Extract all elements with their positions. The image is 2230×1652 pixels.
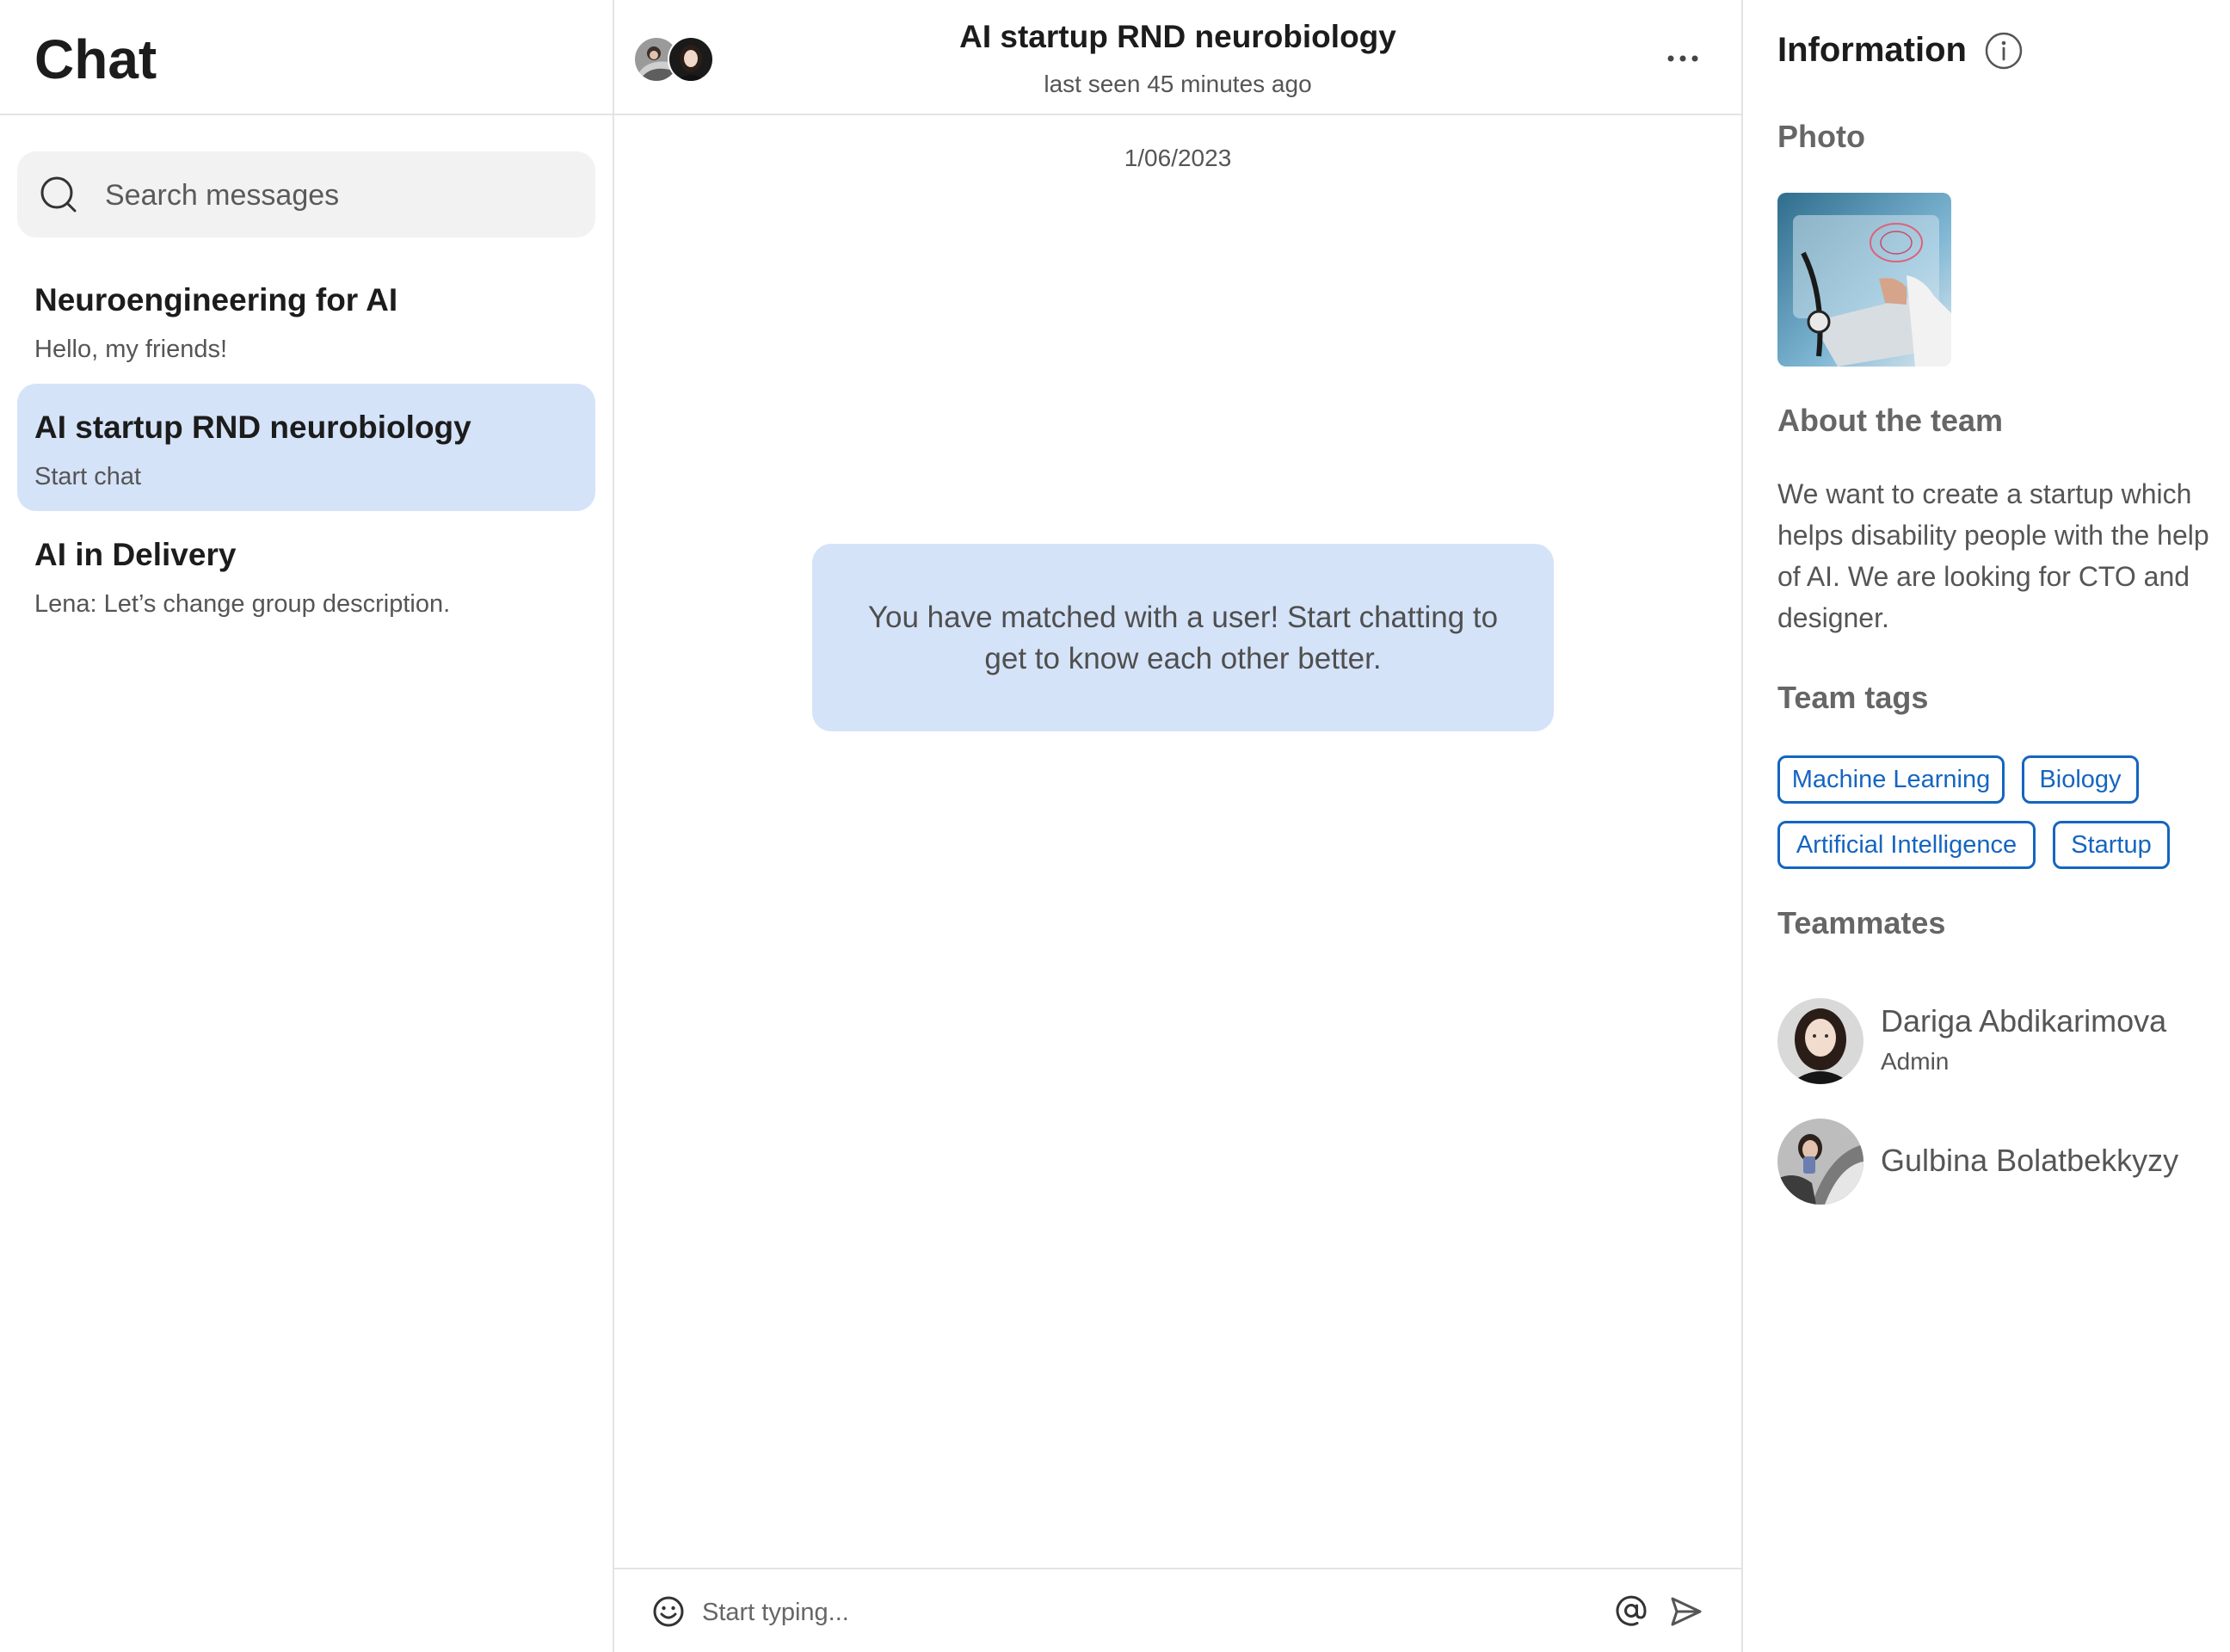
about-text: We want to create a startup which helps … <box>1777 478 2209 633</box>
information-title: Information <box>1777 31 1967 69</box>
at-icon[interactable] <box>1614 1593 1648 1628</box>
page-title: Chat <box>34 28 157 90</box>
information-panel: Information Photo About the team We want… <box>1743 0 2230 1652</box>
tag-chip[interactable]: Biology <box>2022 755 2139 804</box>
search-icon <box>40 176 77 213</box>
conversation-title: AI startup RND neurobiology <box>959 19 1396 54</box>
tag-chip[interactable]: Artificial Intelligence <box>1777 821 2036 869</box>
message-composer <box>614 1568 1741 1652</box>
search-bar[interactable] <box>17 151 595 237</box>
teammate-item[interactable]: Dariga Abdikarimova Admin <box>1777 998 2230 1086</box>
teammates-heading: Teammates <box>1777 905 1946 940</box>
teammate-item[interactable]: Gulbina Bolatbekkyzy <box>1777 1119 2230 1206</box>
send-icon[interactable] <box>1669 1595 1703 1628</box>
search-input[interactable] <box>103 174 571 217</box>
teammate-name: Dariga Abdikarimova <box>1881 1003 2167 1039</box>
message-input[interactable] <box>700 1592 1358 1633</box>
chat-preview: Hello, my friends! <box>34 336 228 363</box>
system-message: You have matched with a user! Start chat… <box>812 544 1554 731</box>
chat-list-item[interactable]: AI in Delivery Lena: Let’s change group … <box>17 511 595 638</box>
conversation-panel: AI startup RND neurobiology last seen 45… <box>614 0 1743 1652</box>
photo-heading: Photo <box>1777 119 1865 154</box>
info-icon[interactable] <box>1984 31 2024 71</box>
more-icon[interactable] <box>1662 41 1703 76</box>
chat-list-item-active[interactable]: AI startup RND neurobiology Start chat <box>17 384 595 511</box>
conversation-header: AI startup RND neurobiology last seen 45… <box>614 0 1741 115</box>
avatar <box>1777 998 1863 1084</box>
chat-list-panel: Chat Neuroengineering for AI Hello, my f… <box>0 0 614 1652</box>
chat-app: Chat Neuroengineering for AI Hello, my f… <box>0 0 2230 1652</box>
team-tags-heading: Team tags <box>1777 680 1929 715</box>
chat-name: Neuroengineering for AI <box>34 282 398 317</box>
chat-name: AI in Delivery <box>34 537 237 572</box>
chat-preview: Lena: Let’s change group description. <box>34 590 451 618</box>
tag-chip[interactable]: Startup <box>2053 821 2170 869</box>
teammate-role: Admin <box>1881 1048 1950 1075</box>
chat-name: AI startup RND neurobiology <box>34 410 471 445</box>
emoji-icon[interactable] <box>652 1595 685 1628</box>
date-divider: 1/06/2023 <box>1124 145 1232 171</box>
about-heading: About the team <box>1777 403 2004 438</box>
avatar <box>1777 1119 1863 1205</box>
conversation-status: last seen 45 minutes ago <box>1044 71 1312 97</box>
chat-list-header: Chat <box>0 0 613 115</box>
tag-chip[interactable]: Machine Learning <box>1777 755 2005 804</box>
chat-list-item[interactable]: Neuroengineering for AI Hello, my friend… <box>17 256 595 384</box>
teammate-name: Gulbina Bolatbekkyzy <box>1881 1143 2179 1178</box>
team-photo[interactable] <box>1777 193 1951 367</box>
chat-preview: Start chat <box>34 463 142 490</box>
